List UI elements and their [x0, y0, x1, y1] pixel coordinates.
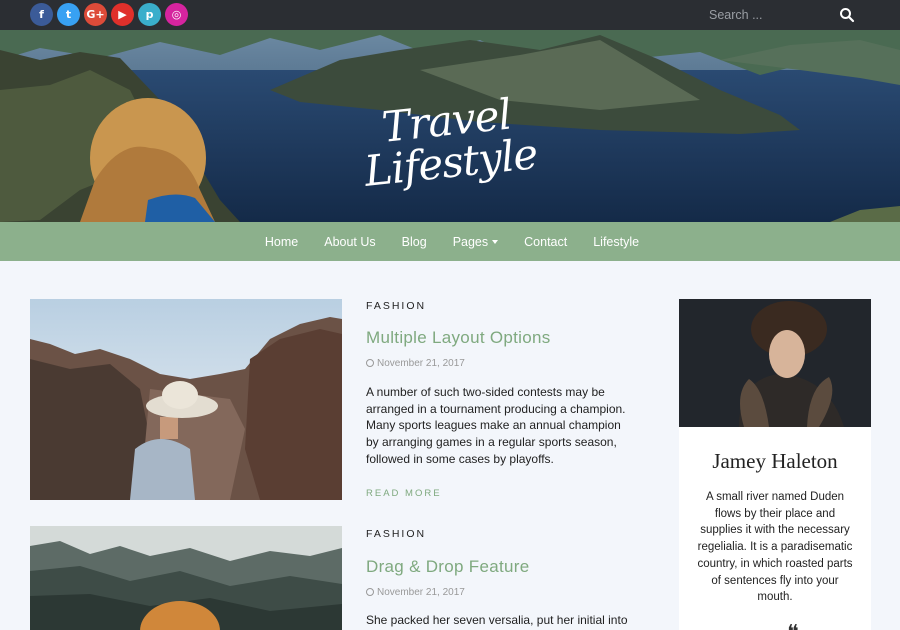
post-title[interactable]: Multiple Layout Options	[366, 328, 551, 348]
post-date-text: November 21, 2017	[377, 587, 465, 598]
hero-banner: Travel Lifestyle	[0, 30, 900, 222]
social-links: f t G+ ▶ p ◎	[30, 3, 188, 26]
author-widget: Jamey Haleton A small river named Duden …	[679, 299, 871, 630]
post-excerpt: A number of such two-sided contests may …	[366, 385, 626, 466]
google-plus-icon[interactable]: G+	[84, 3, 107, 26]
top-bar: f t G+ ▶ p ◎	[0, 0, 900, 30]
nav-item-lifestyle[interactable]: Lifestyle	[580, 235, 652, 249]
post-date: November 21, 2017	[366, 587, 465, 598]
main-nav: Home About Us Blog Pages Contact Lifesty…	[0, 222, 900, 261]
quote-icon: ❝	[787, 621, 799, 630]
author-portrait-image	[679, 299, 871, 427]
post-category[interactable]: FASHION	[366, 300, 426, 312]
read-more-link[interactable]: READ MORE	[366, 488, 442, 499]
pinterest-icon[interactable]: p	[138, 3, 161, 26]
author-name: Jamey Haleton	[712, 449, 838, 473]
instagram-icon[interactable]: ◎	[165, 3, 188, 26]
post-category[interactable]: FASHION	[366, 528, 426, 540]
post-image-canyon	[30, 299, 342, 500]
author-bio: A small river named Duden flows by their…	[697, 491, 853, 604]
clock-icon	[366, 588, 374, 596]
caret-down-icon	[492, 240, 499, 245]
facebook-icon[interactable]: f	[30, 3, 53, 26]
clock-icon	[366, 359, 374, 367]
post-date: November 21, 2017	[366, 358, 465, 369]
post-excerpt: She packed her seven versalia, put her i…	[366, 613, 628, 627]
youtube-icon[interactable]: ▶	[111, 3, 134, 26]
post-date-text: November 21, 2017	[377, 358, 465, 369]
post-title[interactable]: Drag & Drop Feature	[366, 557, 530, 577]
search-box	[700, 3, 865, 27]
nav-item-pages[interactable]: Pages	[440, 235, 511, 249]
search-icon[interactable]	[839, 7, 855, 23]
nav-item-blog[interactable]: Blog	[389, 235, 440, 249]
nav-item-pages-label: Pages	[452, 234, 489, 249]
post-image-forest	[30, 526, 342, 630]
nav-item-about-us[interactable]: About Us	[311, 235, 388, 249]
post-thumbnail[interactable]	[30, 526, 342, 630]
twitter-icon[interactable]: t	[57, 3, 80, 26]
author-photo	[679, 299, 871, 427]
post-thumbnail[interactable]	[30, 299, 342, 500]
search-input[interactable]	[700, 3, 830, 27]
nav-item-contact[interactable]: Contact	[511, 235, 580, 249]
nav-item-home[interactable]: Home	[252, 235, 311, 249]
